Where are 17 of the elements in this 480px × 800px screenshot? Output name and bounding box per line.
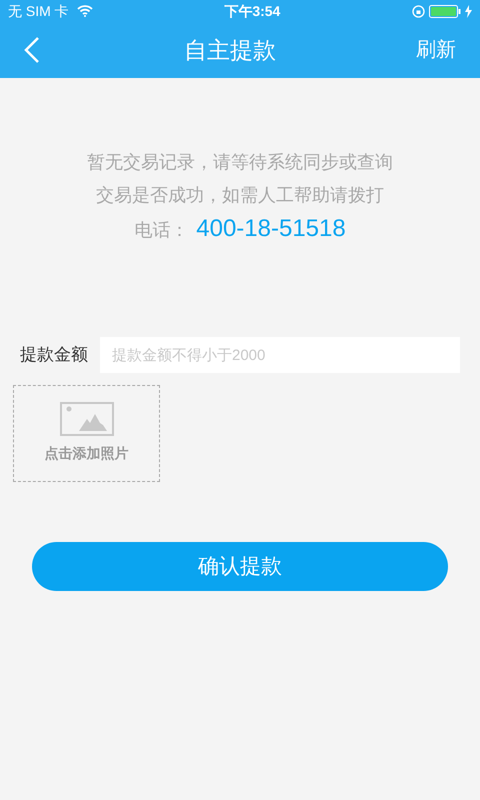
- notice-text: 暂无交易记录，请等待系统同步或查询: [87, 151, 393, 174]
- add-photo-button[interactable]: 点击添加照片: [13, 385, 160, 482]
- phone-label: 电话：: [134, 219, 188, 242]
- notice-text: 交易是否成功，如需人工帮助请拨打: [96, 184, 384, 207]
- battery-icon: [428, 4, 461, 18]
- back-icon: [24, 37, 40, 63]
- page-title: 自主提款: [184, 36, 276, 65]
- carrier-text: 无 SIM 卡: [8, 2, 69, 20]
- wifi-icon: [76, 5, 93, 17]
- phone-link[interactable]: 400-18-51518: [196, 212, 346, 245]
- amount-label: 提款金额: [20, 344, 88, 366]
- image-icon: [60, 402, 114, 436]
- clock-text: 下午3:54: [224, 2, 280, 20]
- confirm-withdraw-button[interactable]: 确认提款: [32, 542, 448, 591]
- charging-icon: [464, 4, 472, 18]
- rotation-lock-icon: [412, 4, 425, 18]
- refresh-button[interactable]: 刷新: [396, 35, 456, 65]
